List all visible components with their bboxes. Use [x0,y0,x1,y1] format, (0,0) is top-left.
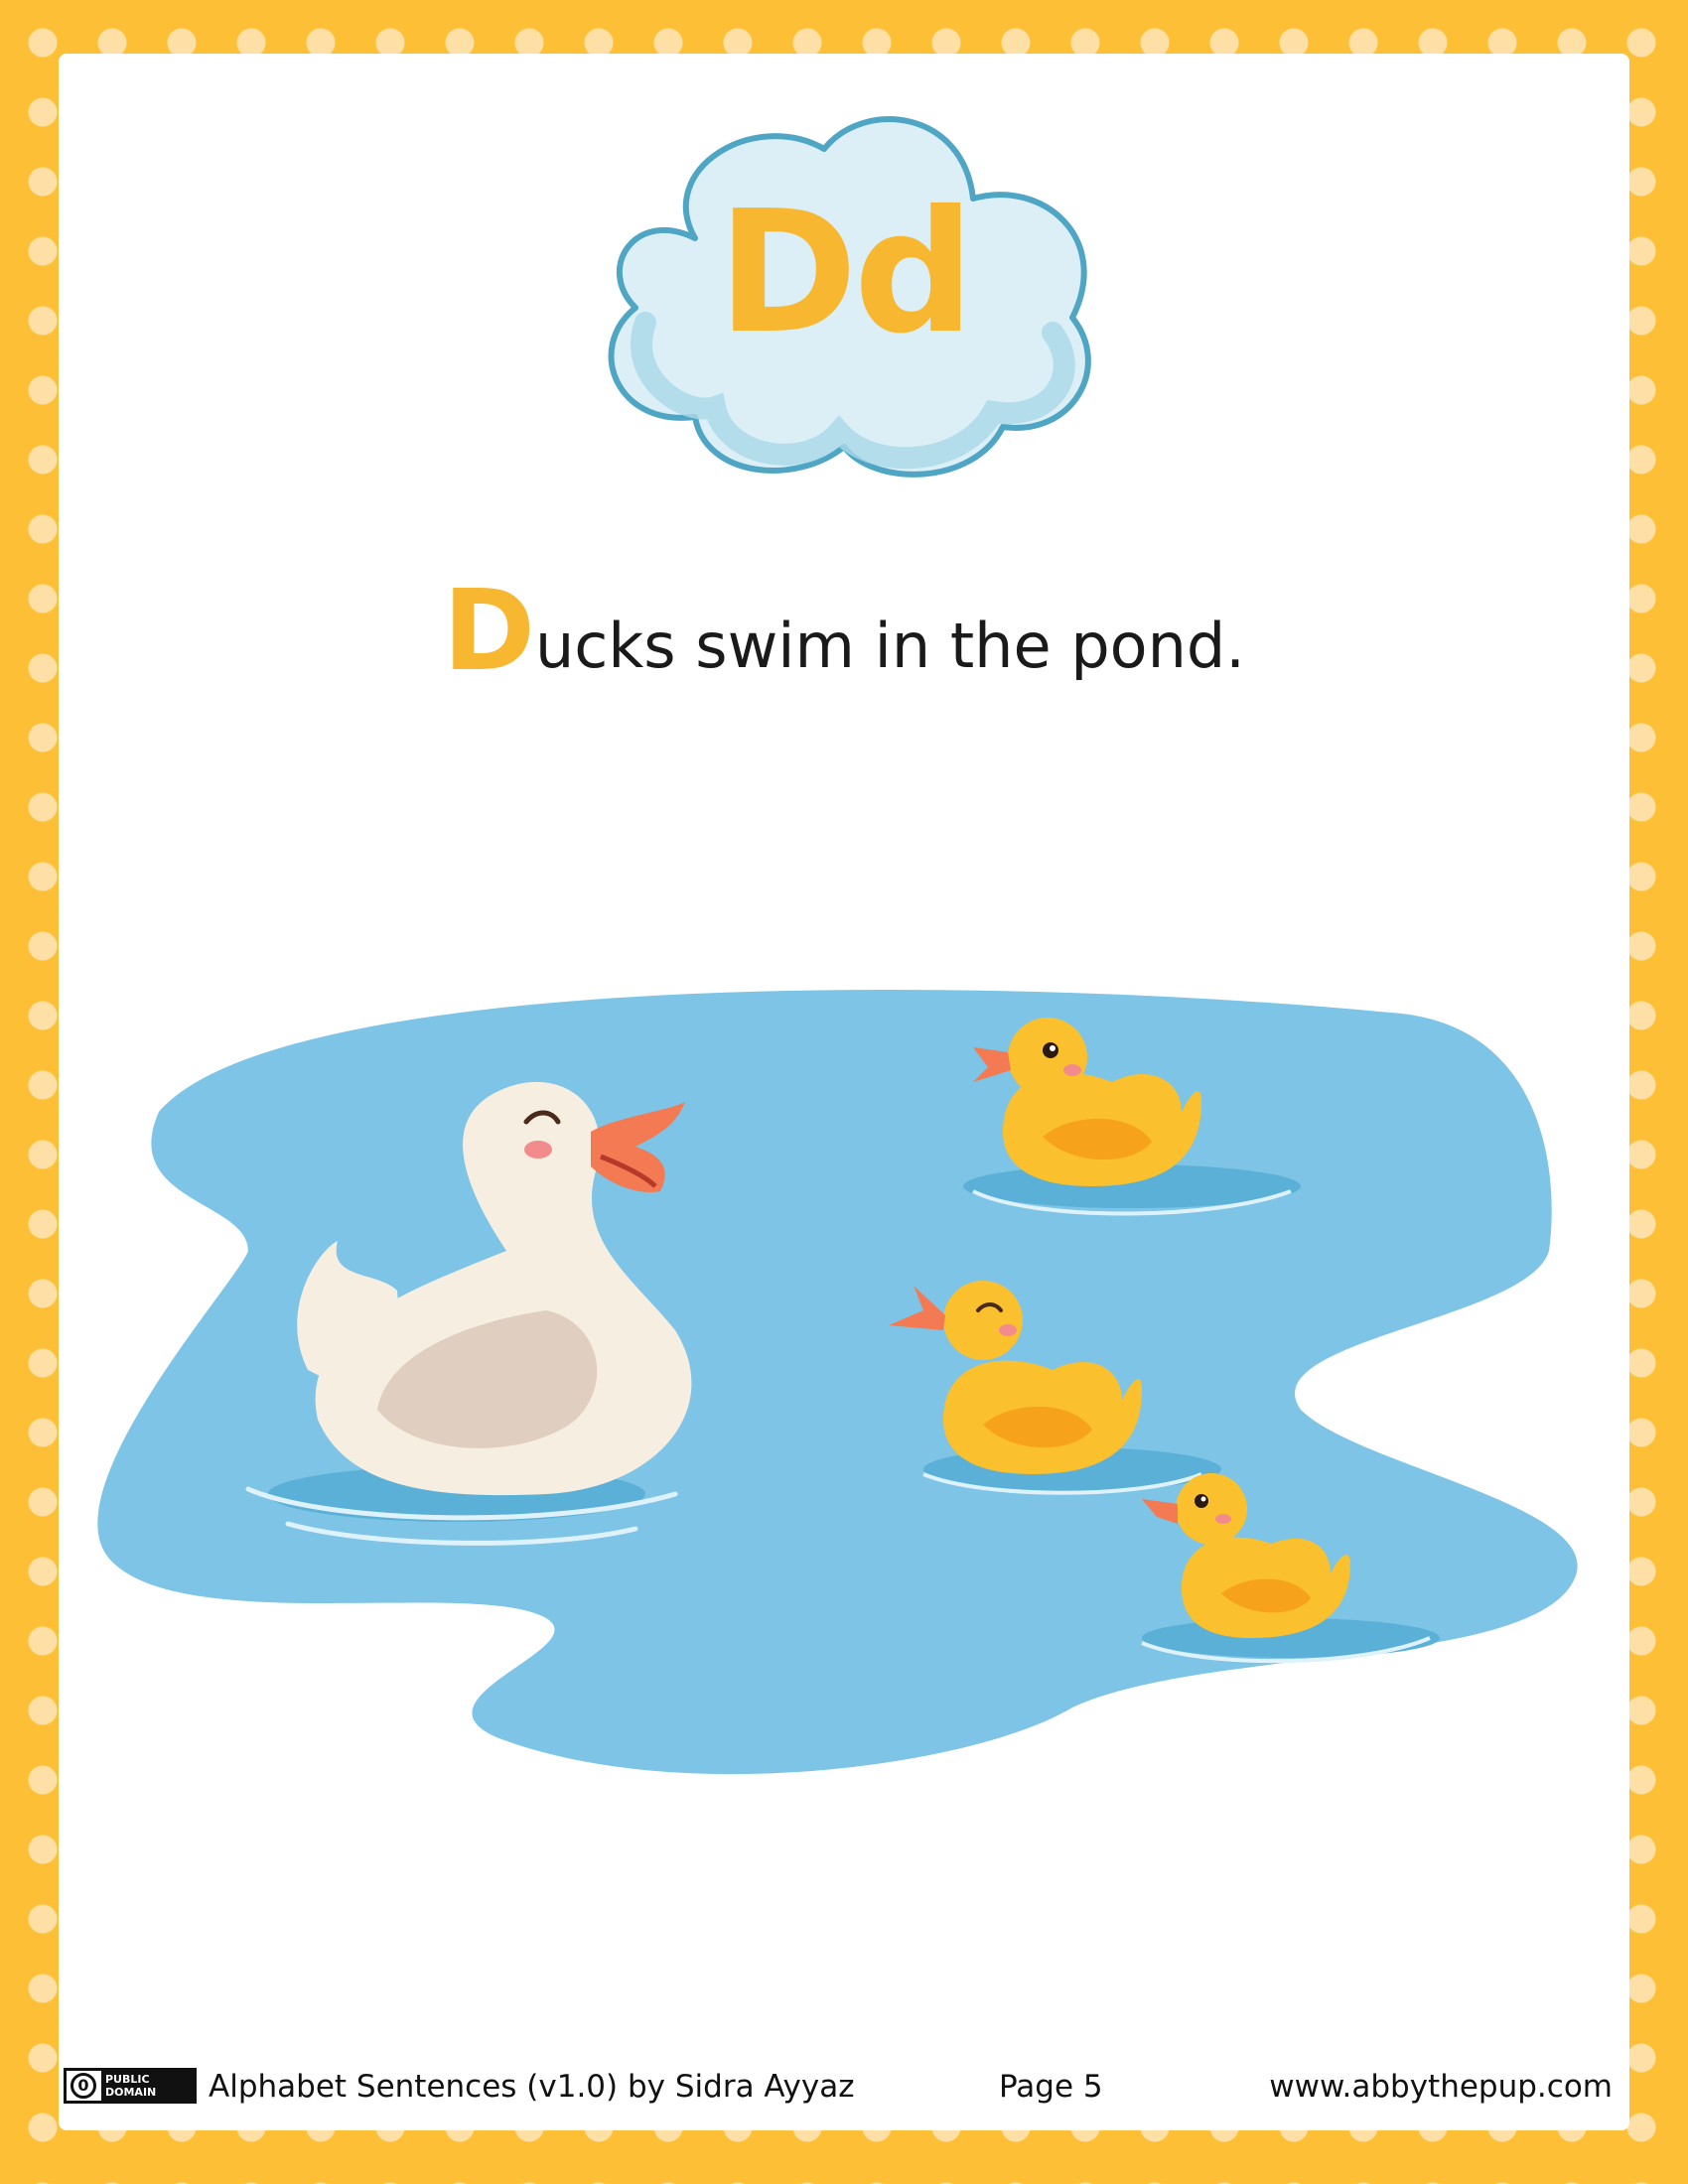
sentence-rest: ucks swim in the pond. [535,610,1245,682]
pond-illustration [79,953,1609,1817]
alphabet-sentence: Ducks swim in the pond. [59,576,1629,687]
page-footer: 0 PUBLIC DOMAIN Alphabet Sentences (v1.0… [62,2063,1626,2113]
license-line2: DOMAIN [105,2086,157,2099]
letter-pair-heading: Dd [717,175,975,371]
license-line1: PUBLIC [105,2073,150,2086]
page-number: Page 5 [999,2069,1103,2105]
website-link[interactable]: www.abbythepup.com [1269,2069,1613,2105]
public-domain-badge-icon[interactable]: 0 PUBLIC DOMAIN [64,2068,197,2104]
letter-cloud: Dd [576,89,1112,496]
sentence-first-letter: D [443,567,535,696]
license-label: PUBLIC DOMAIN [101,2071,194,2101]
pond-scene [97,989,1578,1775]
book-credit: Alphabet Sentences (v1.0) by Sidra Ayyaz [209,2069,855,2105]
license-zero: 0 [70,2073,96,2099]
